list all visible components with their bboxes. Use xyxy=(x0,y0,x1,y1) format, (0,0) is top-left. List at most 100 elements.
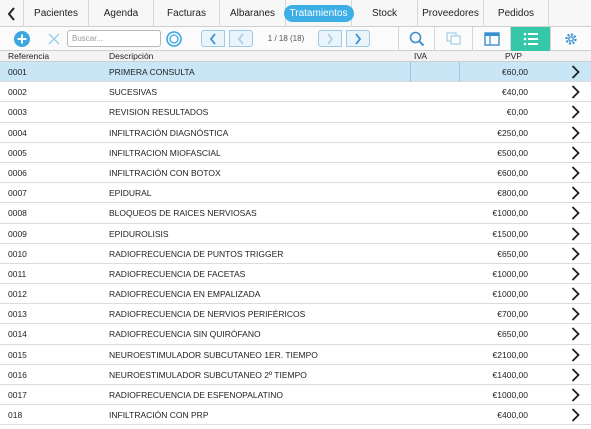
row-iva xyxy=(410,123,460,143)
row-pvp: €1400,00 xyxy=(492,369,528,380)
top-tab-bar: Pacientes Agenda Facturas Albaranes Trat… xyxy=(0,0,591,27)
row-detail-button[interactable] xyxy=(566,324,584,344)
tab-label: Pedidos xyxy=(497,8,535,19)
tab-label: Facturas xyxy=(167,8,206,19)
row-pvp: €2100,00 xyxy=(492,349,528,360)
row-detail-button[interactable] xyxy=(566,102,584,122)
row-pvp: €60,00 xyxy=(502,67,528,77)
column-header-referencia[interactable]: Referencia xyxy=(8,51,49,62)
table-row[interactable]: 0017 RADIOFRECUENCIA DE ESFENOPALATINO €10… xyxy=(0,385,591,406)
row-descripcion: EPIDURAL xyxy=(109,188,152,199)
row-detail-button[interactable] xyxy=(566,405,584,425)
chevron-left-icon xyxy=(209,32,216,45)
row-detail-button[interactable] xyxy=(566,183,584,203)
row-descripcion: REVISION RESULTADOS xyxy=(109,107,209,118)
tab-label: Agenda xyxy=(103,8,139,19)
search-icon xyxy=(166,31,182,47)
tab-agenda[interactable]: Agenda xyxy=(89,0,154,27)
last-page-button[interactable] xyxy=(346,30,370,47)
column-header-descripcion[interactable]: Descripción xyxy=(109,51,153,62)
row-detail-chevron-icon xyxy=(571,368,580,382)
row-detail-button[interactable] xyxy=(566,82,584,102)
table-row[interactable]: 0006 INFILTRACIÓN CON BOTOX €600,00 xyxy=(0,163,591,184)
table-row[interactable]: 0011 RADIOFRECUENCIA DE FACETAS €1000,00 xyxy=(0,264,591,285)
row-detail-button[interactable] xyxy=(566,284,584,304)
table-row[interactable]: 0015 NEUROESTIMULADOR SUBCUTANEO 1ER. TIE… xyxy=(0,345,591,365)
back-button[interactable] xyxy=(0,0,24,27)
table-row[interactable]: 0010 RADIOFRECUENCIA DE PUNTOS TRIGGER €65… xyxy=(0,244,591,264)
row-detail-chevron-icon xyxy=(571,267,580,281)
row-detail-chevron-icon xyxy=(571,105,580,120)
row-iva xyxy=(410,345,460,365)
table-row[interactable]: 0016 NEUROESTIMULADOR SUBCUTANEO 2º TIEMP… xyxy=(0,365,591,385)
row-pvp: €1000,00 xyxy=(492,268,528,279)
row-descripcion: INFILTRACIÓN DIAGNÓSTICA xyxy=(109,127,229,138)
row-referencia: 0013 xyxy=(8,309,27,320)
row-pvp: €700,00 xyxy=(497,309,528,320)
row-pvp: €650,00 xyxy=(497,248,528,259)
previous-page-button[interactable] xyxy=(229,30,253,47)
table-row[interactable]: 0012 RADIOFRECUENCIA EN EMPALIZADA €1000,0… xyxy=(0,284,591,305)
table-row[interactable]: 0014 RADIOFRECUENCIA SIN QUIRÓFANO €650,00 xyxy=(0,324,591,345)
row-descripcion: INFILTRACIÓN CON BOTOX xyxy=(109,167,221,178)
row-detail-button[interactable] xyxy=(566,304,584,324)
row-descripcion: EPIDUROLISIS xyxy=(109,228,169,239)
row-detail-button[interactable] xyxy=(566,345,584,365)
row-detail-chevron-icon xyxy=(571,186,580,200)
row-detail-button[interactable] xyxy=(566,62,584,82)
table-row[interactable]: 0007 EPIDURAL €800,00 xyxy=(0,183,591,204)
table-row[interactable]: 0013 RADIOFRECUENCIA DE NERVIOS PERIFÉRIC… xyxy=(0,304,591,325)
row-referencia: 0014 xyxy=(8,329,27,340)
row-detail-button[interactable] xyxy=(566,244,584,264)
row-iva xyxy=(410,405,460,425)
clear-button[interactable] xyxy=(44,27,64,51)
table-row[interactable]: 0003 REVISION RESULTADOS €0,00 xyxy=(0,102,591,123)
table-row[interactable]: 0001 PRIMERA CONSULTA €60,00 xyxy=(0,62,591,83)
row-descripcion: RADIOFRECUENCIA DE NERVIOS PERIFÉRICOS xyxy=(109,309,306,320)
row-descripcion: NEUROESTIMULADOR SUBCUTANEO 2º TIEMPO xyxy=(109,369,307,380)
settings-button[interactable] xyxy=(550,27,591,51)
row-pvp: €1000,00 xyxy=(492,390,528,400)
tab-stock[interactable]: Stock xyxy=(352,0,418,27)
row-pvp: €500,00 xyxy=(497,147,528,158)
duplicate-button[interactable] xyxy=(434,27,472,51)
tab-proveedores[interactable]: Proveedores xyxy=(418,0,484,27)
tab-tratamientos[interactable]: Tratamientos xyxy=(283,0,354,27)
row-detail-button[interactable] xyxy=(566,143,584,163)
row-detail-button[interactable] xyxy=(566,365,584,385)
search-input[interactable] xyxy=(67,30,161,47)
row-detail-chevron-icon xyxy=(571,226,580,241)
row-detail-button[interactable] xyxy=(566,203,584,223)
row-detail-button[interactable] xyxy=(566,264,584,284)
table-row[interactable]: 0005 INFILTRACION MIOFASCIAL €500,00 xyxy=(0,143,591,163)
search-button[interactable] xyxy=(163,27,185,51)
next-page-button[interactable] xyxy=(318,30,342,47)
list-view-button[interactable] xyxy=(510,27,550,51)
row-detail-button[interactable] xyxy=(566,163,584,183)
add-button[interactable] xyxy=(10,27,34,51)
column-header-iva[interactable]: IVA xyxy=(414,51,427,62)
tab-albaranes[interactable]: Albaranes xyxy=(220,0,286,27)
row-detail-button[interactable] xyxy=(566,385,584,405)
row-detail-chevron-icon xyxy=(571,347,580,362)
row-detail-chevron-icon xyxy=(571,388,580,402)
table-row[interactable]: 0009 EPIDUROLISIS €1500,00 xyxy=(0,224,591,244)
table-row[interactable]: 0004 INFILTRACIÓN DIAGNÓSTICA €250,00 xyxy=(0,123,591,143)
first-page-button[interactable] xyxy=(201,30,225,47)
row-descripcion: PRIMERA CONSULTA xyxy=(109,67,195,77)
table-row[interactable]: 0002 SUCESIVAS €40,00 xyxy=(0,82,591,103)
tab-facturas[interactable]: Facturas xyxy=(154,0,220,27)
tab-pedidos[interactable]: Pedidos xyxy=(484,0,549,27)
row-pvp: €40,00 xyxy=(502,87,528,98)
form-view-button[interactable] xyxy=(472,27,510,51)
list-view-icon xyxy=(523,32,538,46)
table-row[interactable]: 0008 BLOQUEOS DE RAICES NERVIOSAS €1000,00 xyxy=(0,203,591,224)
table-row[interactable]: 018 INFILTRACIÓN CON PRP €400,00 xyxy=(0,405,591,426)
tab-label: Proveedores xyxy=(422,8,479,19)
search-records-button[interactable] xyxy=(398,27,434,51)
row-referencia: 0007 xyxy=(8,188,27,199)
row-detail-button[interactable] xyxy=(566,224,584,244)
column-header-pvp[interactable]: PVP xyxy=(505,51,522,62)
row-detail-button[interactable] xyxy=(566,123,584,143)
tab-pacientes[interactable]: Pacientes xyxy=(24,0,89,27)
